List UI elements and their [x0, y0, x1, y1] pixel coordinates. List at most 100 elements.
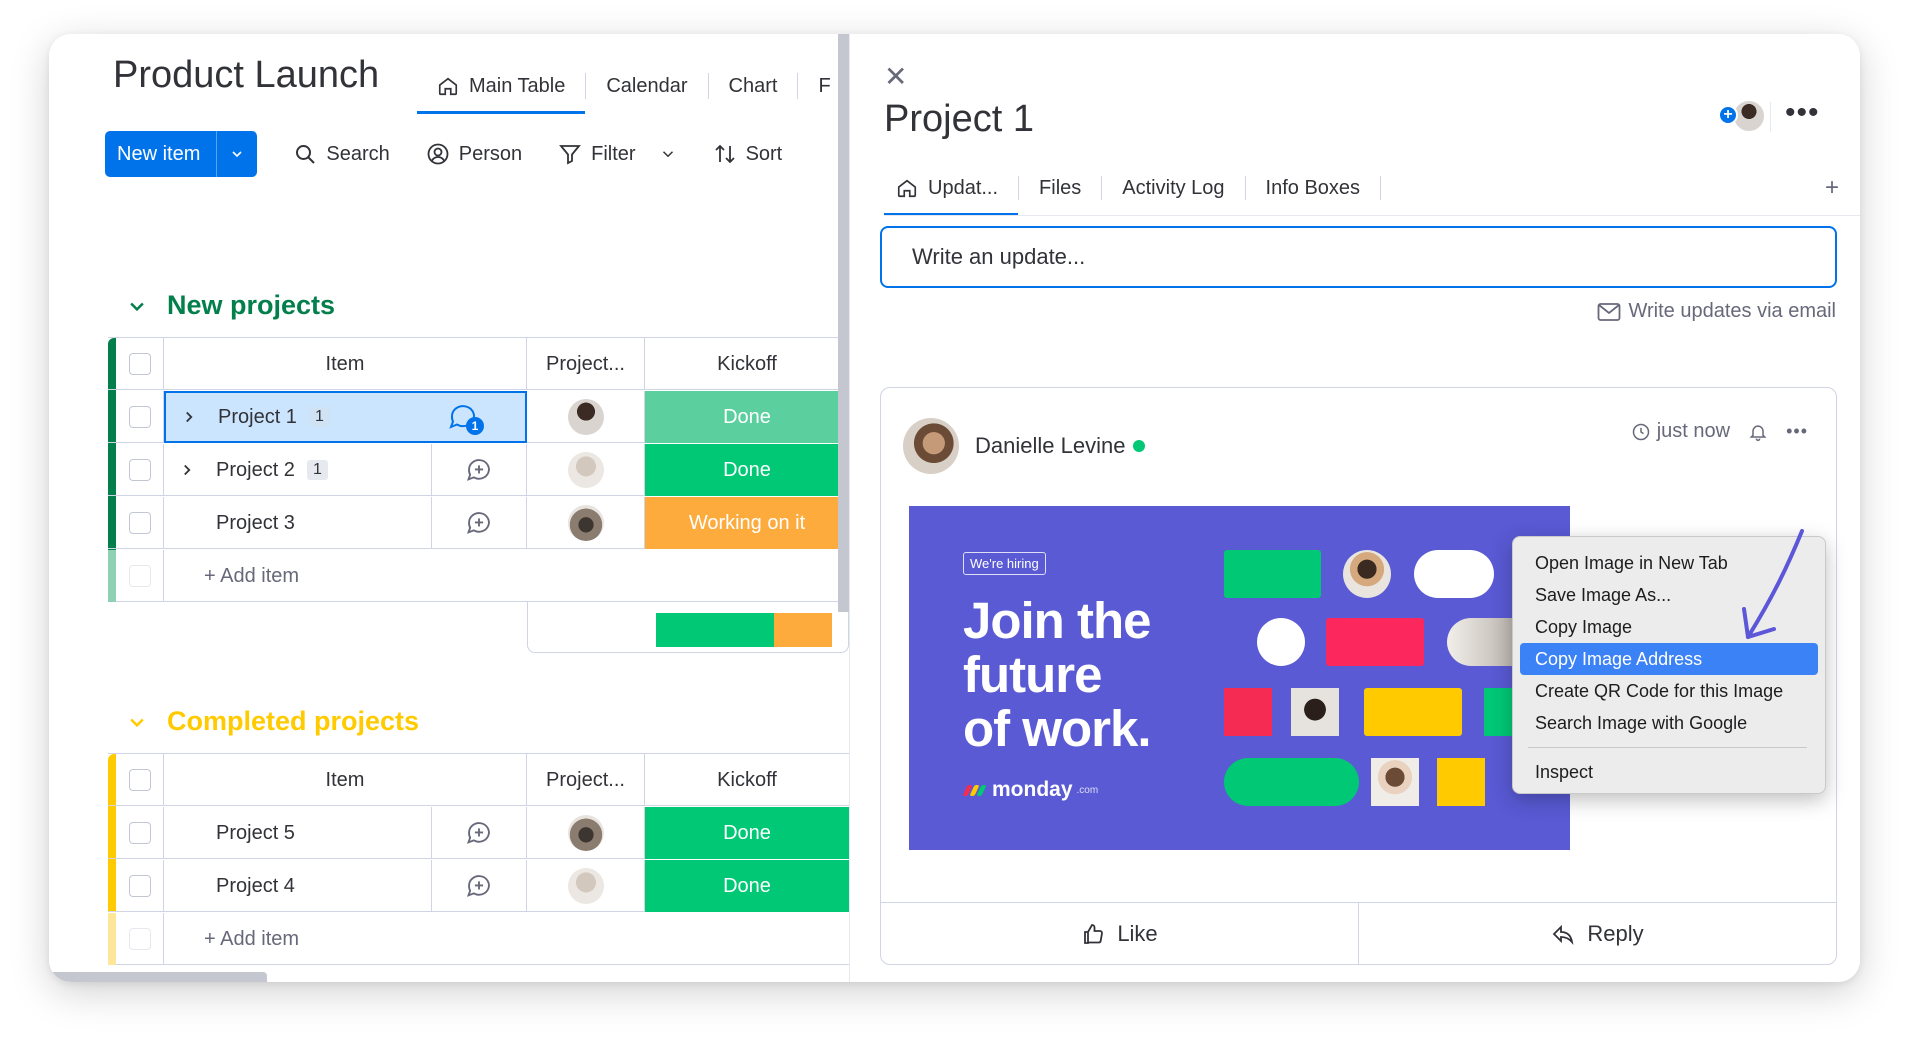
select-all-checkbox[interactable]: [128, 769, 151, 791]
add-update-cell[interactable]: [432, 444, 527, 496]
person-button[interactable]: Person: [426, 142, 522, 166]
status-cell[interactable]: Working on it: [645, 497, 849, 549]
status-summary-bar[interactable]: [656, 613, 832, 647]
new-item-button[interactable]: New item: [105, 131, 258, 177]
add-update-cell[interactable]: [432, 497, 527, 549]
table-row[interactable]: Project 3 Working on it: [108, 497, 849, 549]
menu-item-inspect[interactable]: Inspect: [1520, 756, 1818, 788]
add-update-cell[interactable]: [432, 860, 527, 912]
hiring-image[interactable]: We're hiring Join the future of work. mo…: [909, 506, 1570, 850]
tab-main-table[interactable]: Main Table: [417, 64, 586, 114]
search-label: Search: [326, 142, 390, 165]
group-title-new-projects[interactable]: New projects: [127, 290, 335, 321]
chevron-down-icon[interactable]: [127, 296, 147, 316]
tab-calendar[interactable]: Calendar: [586, 64, 707, 108]
tab-label: F: [818, 74, 831, 97]
vertical-scrollbar[interactable]: [838, 34, 849, 612]
group-title-text: New projects: [167, 290, 336, 320]
email-updates-link[interactable]: Write updates via email: [1597, 300, 1836, 323]
person-cell[interactable]: [527, 807, 645, 859]
add-item-row[interactable]: + Add item: [108, 550, 849, 602]
bell-icon[interactable]: [1748, 422, 1768, 442]
row-checkbox[interactable]: [128, 459, 151, 481]
post-more-icon[interactable]: •••: [1786, 421, 1808, 442]
add-update-cell[interactable]: [432, 807, 527, 859]
status-cell[interactable]: Done: [645, 444, 849, 496]
item-cell[interactable]: Project 3: [164, 497, 432, 549]
tab-info-boxes[interactable]: Info Boxes: [1246, 164, 1381, 212]
chevron-down-icon[interactable]: [659, 145, 677, 163]
add-item-input[interactable]: + Add item: [164, 550, 764, 602]
item-cell[interactable]: Project 5: [164, 807, 432, 859]
menu-item-search-image[interactable]: Search Image with Google: [1520, 707, 1818, 739]
person-cell[interactable]: [527, 444, 645, 496]
table-header: Item Project... Kickoff: [108, 338, 849, 390]
person-cell[interactable]: [527, 497, 645, 549]
menu-item-create-qr[interactable]: Create QR Code for this Image: [1520, 675, 1818, 707]
chevron-right-icon[interactable]: [178, 461, 196, 479]
table-row[interactable]: Project 2 1 Done: [108, 444, 849, 496]
group-color-bar: [108, 913, 116, 965]
more-options-icon[interactable]: •••: [1785, 96, 1820, 130]
tab-more[interactable]: F: [798, 64, 830, 108]
menu-item-copy-image-address[interactable]: Copy Image Address: [1520, 643, 1818, 675]
chevron-down-icon[interactable]: [217, 146, 257, 162]
add-update-icon[interactable]: [465, 872, 493, 900]
person-cell[interactable]: [527, 860, 645, 912]
column-header-item[interactable]: Item: [164, 754, 527, 806]
add-item-input[interactable]: + Add item: [164, 913, 764, 965]
decor-shape: [1364, 688, 1462, 736]
add-update-icon[interactable]: [465, 456, 493, 484]
sort-button[interactable]: Sort: [713, 142, 782, 166]
column-header-item[interactable]: Item: [164, 338, 527, 390]
table-row[interactable]: Project 5 Done: [108, 807, 849, 859]
decor-shape: [1224, 550, 1321, 598]
column-header-project[interactable]: Project...: [527, 754, 645, 806]
tab-updates[interactable]: Updat...: [884, 164, 1019, 216]
updates-bubble-icon[interactable]: 1: [448, 403, 488, 435]
item-cell[interactable]: Project 1 1 1: [164, 391, 527, 443]
add-tab-icon[interactable]: +: [1825, 174, 1839, 202]
column-header-kickoff[interactable]: Kickoff: [645, 754, 849, 806]
reply-button[interactable]: Reply: [1358, 903, 1836, 964]
status-cell[interactable]: Done: [645, 391, 849, 443]
tab-files[interactable]: Files: [1019, 164, 1101, 212]
table-row[interactable]: Project 1 1 1 Done: [108, 391, 849, 443]
add-update-icon[interactable]: [465, 819, 493, 847]
subscribers[interactable]: +: [1718, 99, 1768, 135]
column-header-project[interactable]: Project...: [527, 338, 645, 390]
column-header-kickoff[interactable]: Kickoff: [645, 338, 849, 390]
add-item-row[interactable]: + Add item: [108, 913, 849, 965]
status-cell[interactable]: Done: [645, 807, 849, 859]
row-checkbox[interactable]: [128, 822, 151, 844]
write-update-input[interactable]: Write an update...: [880, 226, 1837, 288]
group-title-completed-projects[interactable]: Completed projects: [127, 706, 419, 737]
row-checkbox[interactable]: [128, 875, 151, 897]
author-name[interactable]: Danielle Levine: [975, 433, 1125, 459]
chevron-right-icon[interactable]: [180, 408, 198, 426]
status-cell[interactable]: Done: [645, 860, 849, 912]
tab-chart[interactable]: Chart: [709, 64, 798, 108]
row-checkbox[interactable]: [128, 406, 151, 428]
summary-working-segment: [773, 613, 832, 647]
item-cell[interactable]: Project 2 1: [164, 444, 432, 496]
avatar: [567, 399, 604, 435]
person-cell[interactable]: [527, 391, 645, 443]
chevron-down-icon[interactable]: [127, 712, 147, 732]
search-button[interactable]: Search: [293, 142, 390, 166]
monday-logo-text: monday: [992, 778, 1073, 801]
like-button[interactable]: Like: [881, 903, 1358, 964]
horizontal-scrollbar[interactable]: [49, 972, 267, 982]
panel-title: Project 1: [884, 98, 1034, 140]
select-all-checkbox[interactable]: [128, 353, 151, 375]
table-row[interactable]: Project 4 Done: [108, 860, 849, 912]
row-checkbox-cell: [116, 860, 164, 912]
avatar[interactable]: [903, 418, 959, 474]
close-icon[interactable]: ✕: [884, 60, 907, 93]
tab-activity-log[interactable]: Activity Log: [1102, 164, 1244, 212]
item-cell[interactable]: Project 4: [164, 860, 432, 912]
add-update-icon[interactable]: [465, 509, 493, 537]
add-subscriber-icon[interactable]: +: [1718, 105, 1738, 125]
row-checkbox[interactable]: [128, 512, 151, 534]
filter-button[interactable]: Filter: [558, 142, 676, 166]
